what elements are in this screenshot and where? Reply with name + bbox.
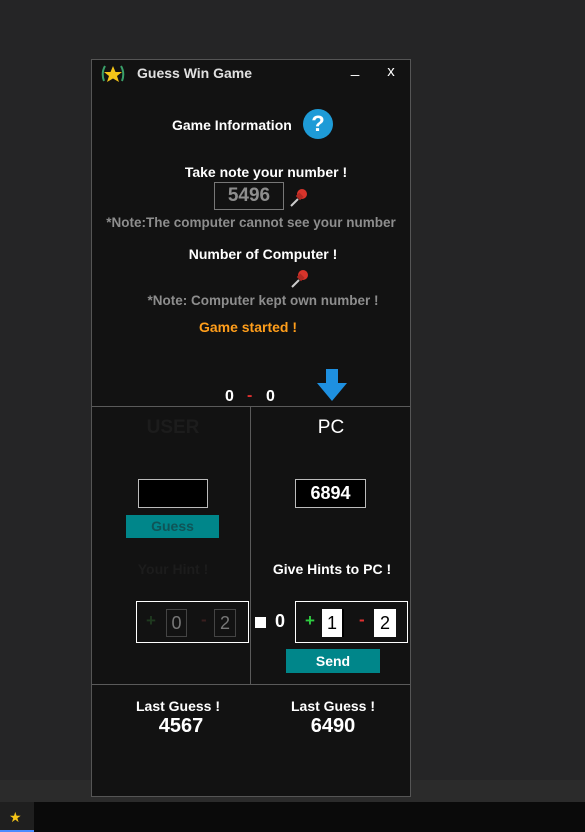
window-title: Guess Win Game [137,65,253,81]
help-glyph: ? [311,111,325,136]
pc-panel-title: PC [317,417,345,438]
user-last-guess-value: 4567 [158,715,204,737]
user-hint-plus-sign: + [146,611,156,630]
user-number-field[interactable]: 5496 [214,182,284,210]
pc-last-guess-label: Last Guess ! [290,698,376,714]
pc-hint-minus-input[interactable]: 2 [374,609,396,637]
pc-last-guess-value: 6490 [310,715,356,737]
game-status: Game started ! [198,319,298,335]
score-user: 0 [225,388,234,405]
pc-hint-label: Give Hints to PC ! [272,561,392,577]
panel-divider-middle [250,406,251,684]
send-button[interactable]: Send [286,649,380,673]
zero-checkbox[interactable] [255,617,266,628]
game-info-heading: Game Information [172,117,292,133]
game-window: Guess Win Game _ x Game Information ? Ta… [91,59,411,797]
help-icon[interactable]: ? [303,109,333,139]
user-hint-label: Your Hint ! [137,561,209,577]
pc-hint-minus-sign: - [359,610,365,629]
computer-number-label: Number of Computer ! [188,246,338,262]
user-number-note: *Note:The computer cannot see your numbe… [106,215,396,230]
panel-divider-top [92,406,410,407]
panel-divider-bottom [92,684,410,685]
zero-hint-value: 0 [275,611,286,631]
pc-hint-plus-input[interactable]: 1 [322,609,344,637]
taskbar-app-icon[interactable]: ★ [9,809,22,826]
user-guess-input[interactable] [138,479,208,508]
score-pc: 0 [266,388,275,405]
computer-number-note: *Note: Computer kept own number ! [147,293,379,308]
taskbar [0,802,585,832]
user-hint-minus-field: 2 [214,609,236,637]
pc-guess-display: 6894 [295,479,366,508]
score-separator: - [247,387,253,404]
turn-arrow-icon [316,368,348,402]
user-last-guess-label: Last Guess ! [135,698,221,714]
pc-hint-plus-sign: + [305,611,315,630]
guess-button[interactable]: Guess [126,515,219,538]
user-hint-plus-field: 0 [166,609,187,637]
pin-icon [290,269,310,289]
minimize-button[interactable]: _ [347,60,363,77]
user-number-label: Take note your number ! [184,164,348,180]
user-hint-minus-sign: - [201,610,207,629]
close-button[interactable]: x [383,63,399,80]
user-panel-title: USER [146,417,200,438]
pin-icon [289,188,309,208]
app-icon [100,63,126,85]
